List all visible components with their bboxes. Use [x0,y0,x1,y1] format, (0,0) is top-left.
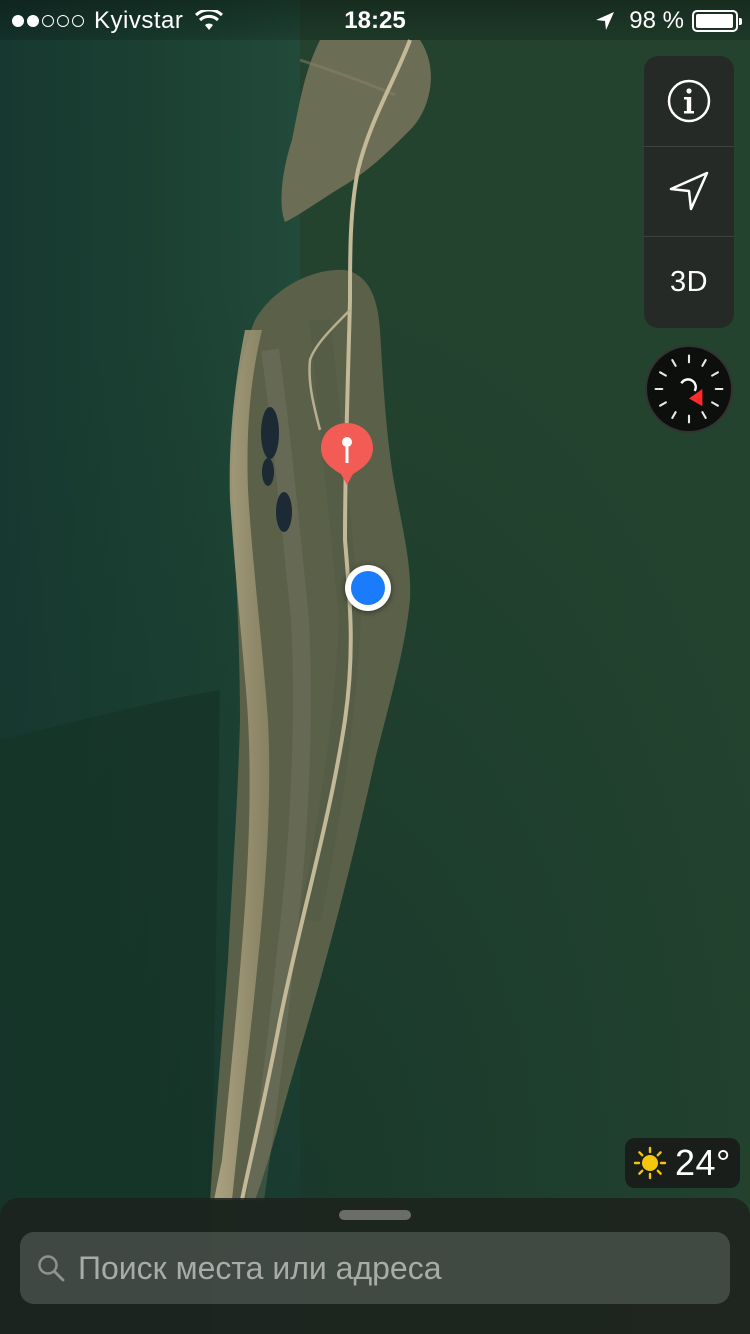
sheet-grabber[interactable] [339,1210,411,1220]
satellite-map[interactable] [0,0,750,1334]
compass-icon[interactable] [645,345,733,433]
weather-widget[interactable]: 24° [625,1138,740,1188]
red-map-pin-icon[interactable] [319,421,375,487]
3d-view-button[interactable]: 3D [644,237,734,328]
status-bar: Kyivstar 18:25 98 % [0,0,750,40]
temperature: 24° [675,1142,731,1183]
battery-percentage: 98 % [629,7,684,34]
carrier-name: Kyivstar [94,7,184,34]
signal-strength-icon [12,15,84,27]
search-input[interactable]: Поиск места или адреса [20,1232,730,1304]
info-icon [667,79,711,123]
battery-icon [692,10,742,32]
wifi-icon [195,10,224,30]
search-icon [38,1255,65,1282]
location-arrow-icon [669,172,709,211]
battery-level-fill [696,14,734,28]
map-controls-panel: 3D [644,56,734,328]
search-placeholder: Поиск места или адреса [78,1249,442,1286]
user-location-dot[interactable] [345,565,391,611]
bottom-sheet[interactable]: Поиск места или адреса [0,1198,750,1334]
info-button[interactable] [644,56,734,147]
location-services-icon [596,12,615,30]
locate-me-button[interactable] [644,147,734,238]
sun-icon [633,1146,667,1180]
